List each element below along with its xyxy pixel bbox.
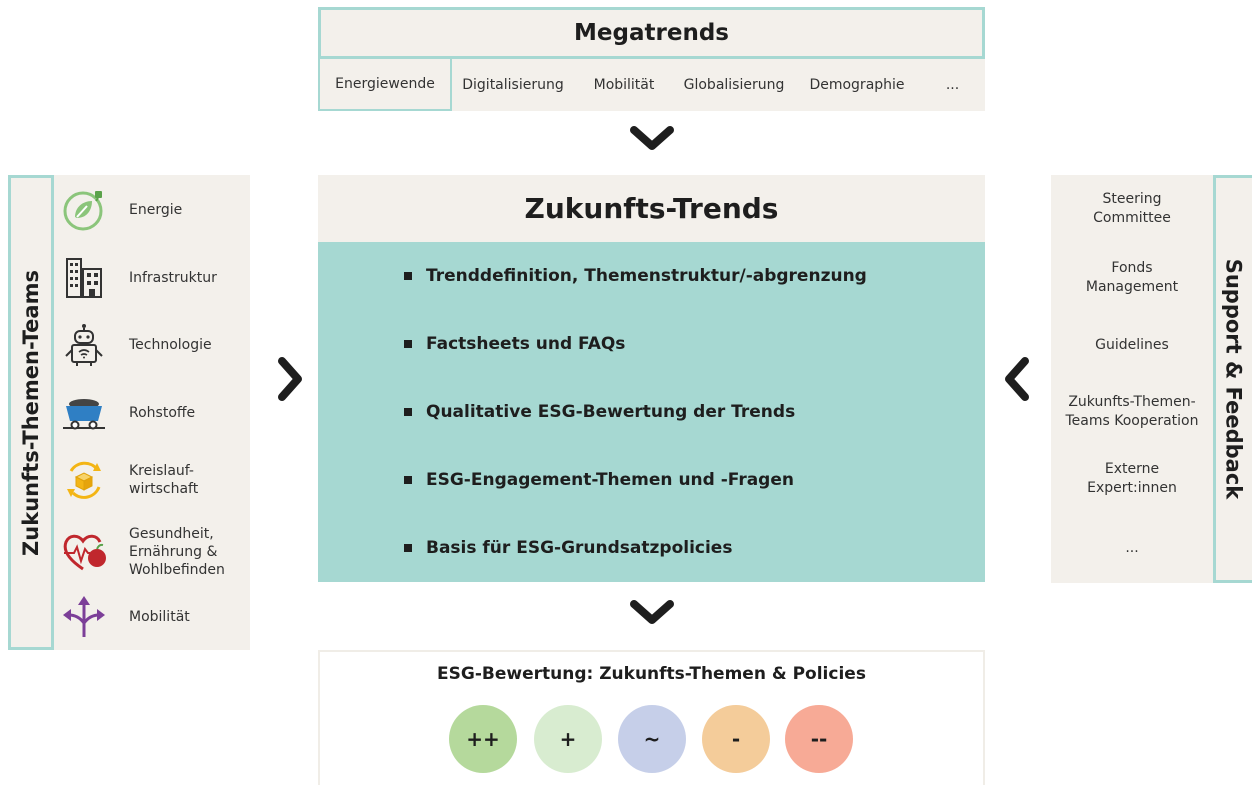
bullet-square-icon <box>404 544 412 552</box>
support-list: Steering Committee Fonds Management Guid… <box>1051 175 1213 583</box>
team-item-label: Mobilität <box>129 609 190 625</box>
team-item-energie: Energie <box>54 185 250 235</box>
rating-circle-negative: - <box>702 705 770 773</box>
chevron-left-icon <box>1001 356 1031 402</box>
buildings-icon <box>54 253 114 303</box>
chevron-right-icon <box>276 356 306 402</box>
support-item: Steering Committee <box>1093 191 1171 226</box>
trend-bullet: ESG-Engagement-Themen und -Fragen <box>404 470 794 490</box>
support-item: Zukunfts-Themen- Teams Kooperation <box>1065 394 1199 429</box>
rating-circle-very-positive: ++ <box>449 705 517 773</box>
trend-bullet-text: Qualitative ESG-Bewertung der Trends <box>426 402 796 422</box>
megatrends-title: Megatrends <box>318 7 985 59</box>
team-item-label: Gesundheit, Ernährung & Wohlbefinden <box>129 526 225 578</box>
mine-cart-icon <box>54 388 114 438</box>
trend-bullet-text: Basis für ESG-Grundsatzpolicies <box>426 538 733 558</box>
team-item-technologie: Technologie <box>54 320 250 370</box>
team-item-infrastruktur: Infrastruktur <box>54 253 250 303</box>
left-panel-label-text: Zukunfts-Themen-Teams <box>19 269 43 556</box>
megatrend-item: Digitalisierung <box>462 77 564 93</box>
support-item: Guidelines <box>1095 337 1169 353</box>
trend-bullet: Qualitative ESG-Bewertung der Trends <box>404 402 795 422</box>
support-item: Externe Expert:innen <box>1087 461 1177 496</box>
trend-bullet-text: Trenddefinition, Themenstruktur/-abgrenz… <box>426 266 867 286</box>
chevron-down-icon <box>629 598 675 628</box>
route-arrows-icon <box>54 592 114 642</box>
robot-icon <box>54 320 114 370</box>
rating-circle-positive: + <box>534 705 602 773</box>
esg-bewertung-title: ESG-Bewertung: Zukunfts-Themen & Policie… <box>437 664 866 684</box>
megatrend-item: Globalisierung <box>683 77 785 93</box>
trend-bullet: Basis für ESG-Grundsatzpolicies <box>404 538 732 558</box>
chevron-down-icon <box>629 124 675 154</box>
heart-pulse-icon <box>54 527 114 577</box>
rating-circle-neutral: ~ <box>618 705 686 773</box>
bullet-square-icon <box>404 272 412 280</box>
themen-teams-list: Energie Infrastruktur Technologie Rohsto… <box>54 175 250 650</box>
megatrend-item: Energiewende <box>318 59 452 111</box>
recycle-box-icon <box>54 455 114 505</box>
team-item-label: Kreislauf- wirtschaft <box>129 463 199 497</box>
megatrend-item: Demographie <box>809 77 905 93</box>
megatrend-item: ... <box>945 77 960 93</box>
team-item-label: Infrastruktur <box>129 270 217 286</box>
team-item-rohstoffe: Rohstoffe <box>54 388 250 438</box>
megatrends-row: Energiewende Digitalisierung Mobilität G… <box>318 59 985 111</box>
team-item-kreislaufwirtschaft: Kreislauf- wirtschaft <box>54 455 250 505</box>
esg-bewertung-box: ESG-Bewertung: Zukunfts-Themen & Policie… <box>318 650 985 785</box>
bullet-square-icon <box>404 408 412 416</box>
team-item-gesundheit: Gesundheit, Ernährung & Wohlbefinden <box>54 525 250 579</box>
team-item-label: Technologie <box>129 337 212 353</box>
bullet-square-icon <box>404 340 412 348</box>
trend-bullet: Factsheets und FAQs <box>404 334 625 354</box>
support-item: Fonds Management <box>1085 260 1179 295</box>
energy-leaf-icon <box>54 185 114 235</box>
team-item-label: Energie <box>129 202 183 218</box>
zukunfts-trends-title: Zukunfts-Trends <box>318 175 985 242</box>
support-item: ... <box>1125 540 1139 556</box>
zukunfts-trends-body: Trenddefinition, Themenstruktur/-abgrenz… <box>318 242 985 582</box>
left-panel-label: Zukunfts-Themen-Teams <box>8 175 54 650</box>
bullet-square-icon <box>404 476 412 484</box>
trend-bullet-text: Factsheets und FAQs <box>426 334 626 354</box>
trend-bullet-text: ESG-Engagement-Themen und -Fragen <box>426 470 794 490</box>
team-item-mobilitaet: Mobilität <box>54 592 250 642</box>
right-panel-label: Support & Feedback <box>1213 175 1252 583</box>
trend-bullet: Trenddefinition, Themenstruktur/-abgrenz… <box>404 266 867 286</box>
right-panel-label-text: Support & Feedback <box>1221 258 1245 500</box>
megatrend-item: Mobilität <box>593 77 655 93</box>
team-item-label: Rohstoffe <box>129 405 196 421</box>
rating-circle-very-negative: -- <box>785 705 853 773</box>
